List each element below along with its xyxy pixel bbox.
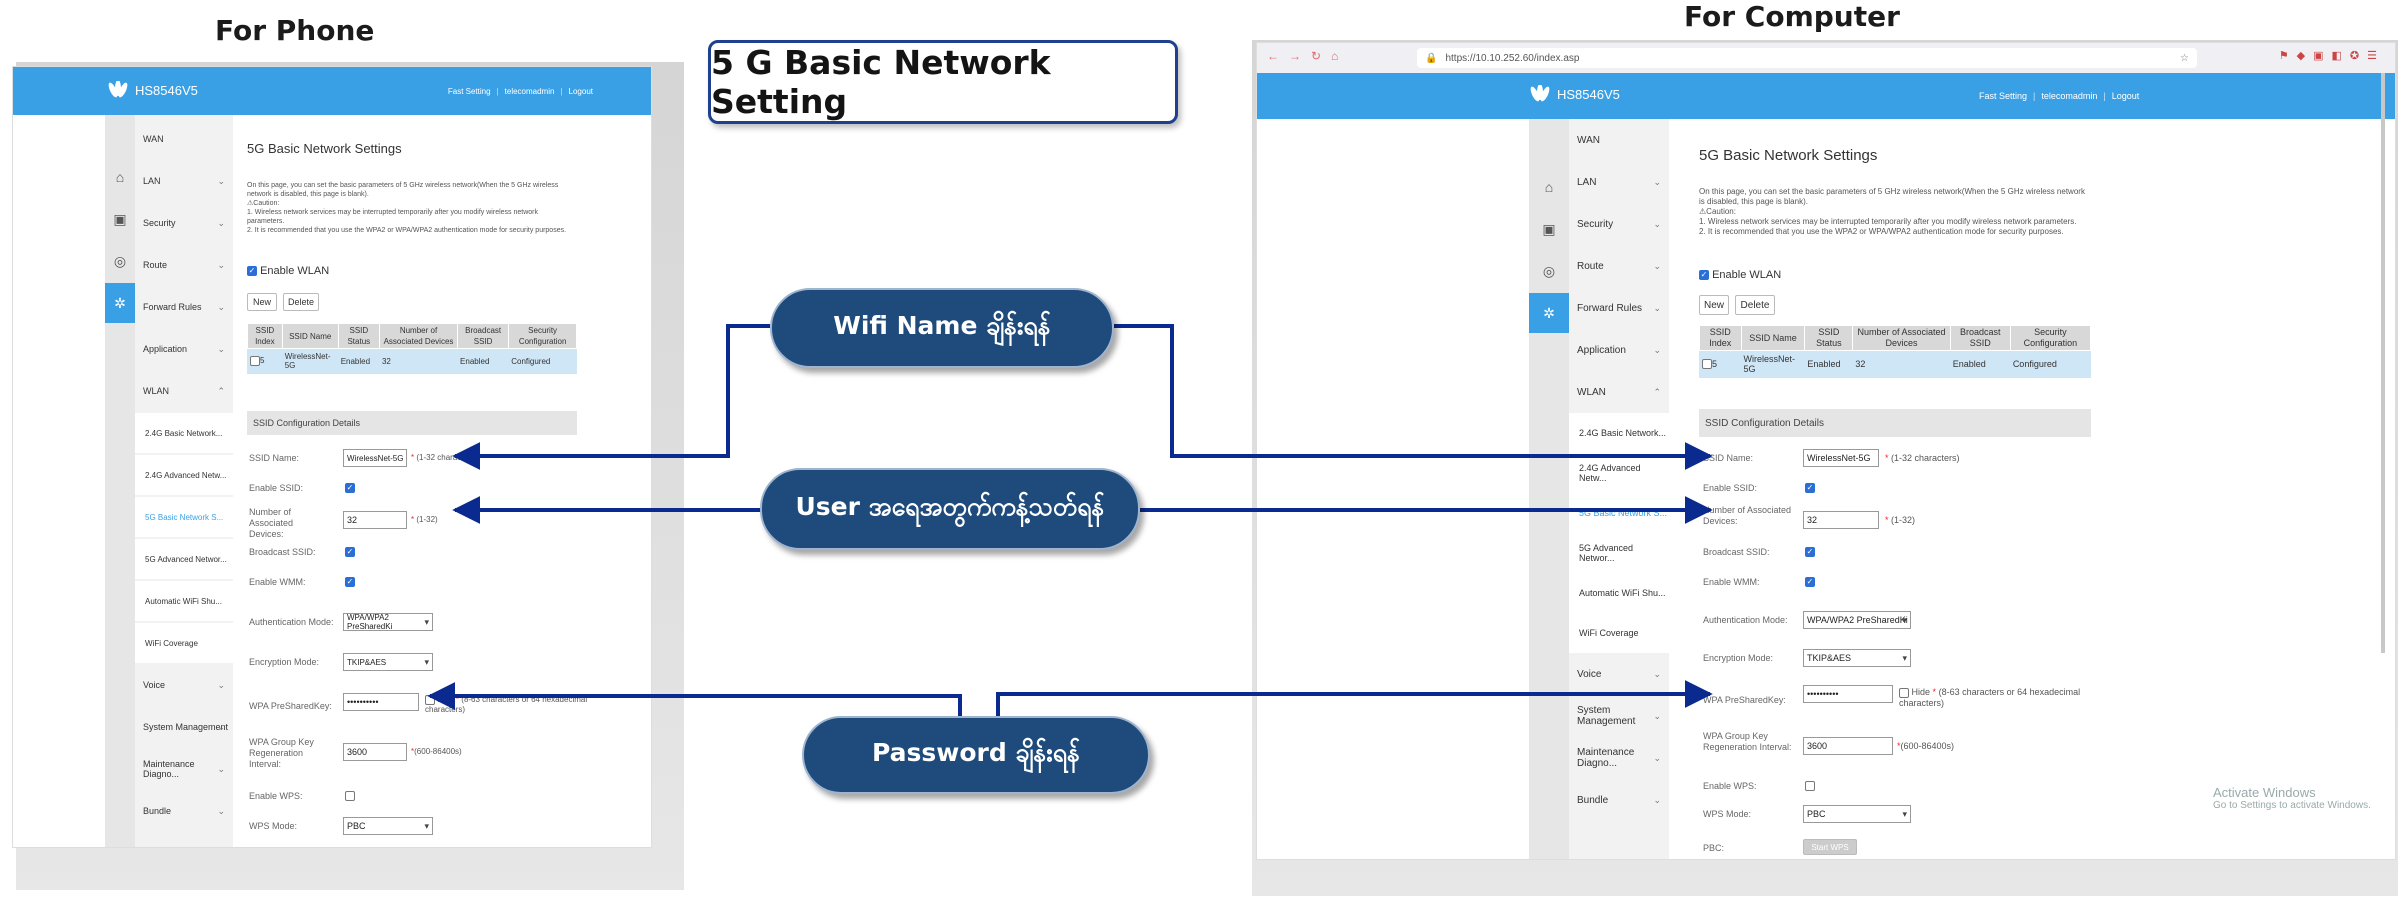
callout-arrows	[427, 324, 1713, 716]
callout-user-limit: User အရေအတွက်ကန့်သတ်ရန်	[760, 468, 1140, 550]
callout-wifi-name: Wifi Name ချိန်းရန်	[770, 288, 1114, 368]
arrow-password-computer	[996, 680, 1713, 716]
arrow-wifi-computer	[1114, 324, 1713, 470]
stage: For Phone For Computer 5 G Basic Network…	[0, 0, 2407, 900]
arrow-password-phone	[427, 682, 962, 716]
arrow-wifi-phone	[452, 324, 770, 470]
callout-password: Password ချိန်းရန်	[802, 716, 1150, 794]
